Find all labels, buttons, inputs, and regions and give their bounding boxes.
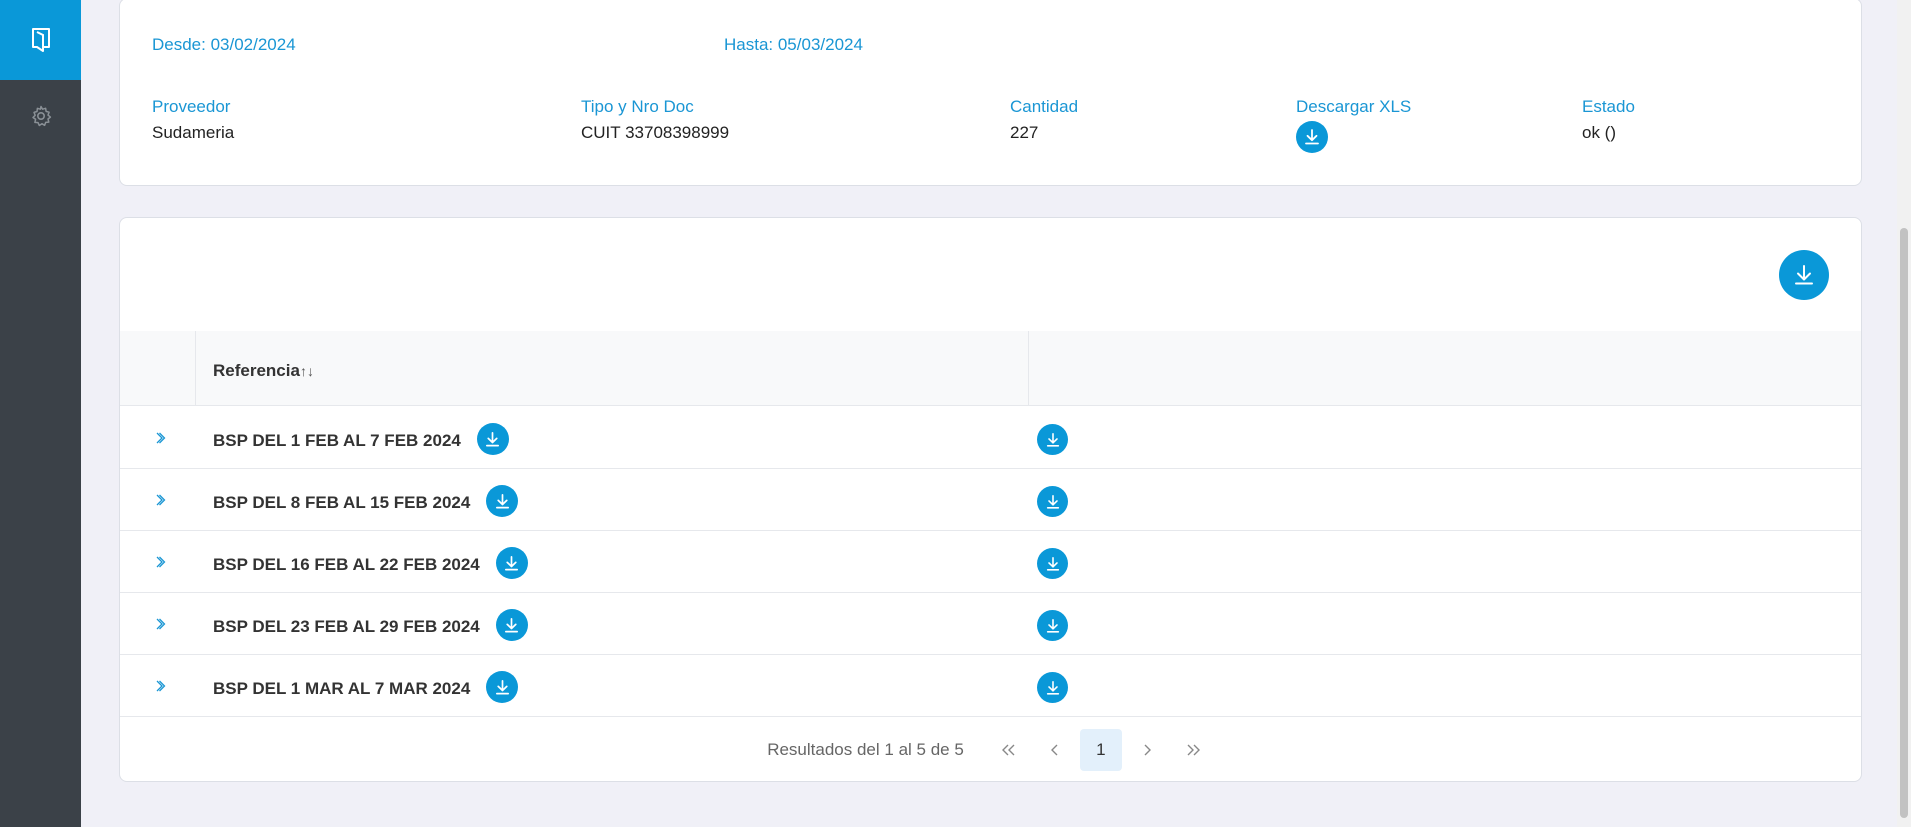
double-chevron-left-icon (1001, 744, 1015, 756)
sidebar (0, 0, 81, 827)
cantidad-label: Cantidad (1010, 97, 1079, 116)
estado-label: Estado (1582, 97, 1635, 116)
row-download-xls-button[interactable] (1037, 548, 1068, 579)
column-header-label: Referencia (213, 361, 300, 380)
last-page-button[interactable] (1172, 729, 1214, 771)
pagination: Resultados del 1 al 5 de 5 1 (120, 718, 1861, 781)
scrollbar[interactable] (1897, 0, 1911, 827)
table-row: BSP DEL 23 FEB AL 29 FEB 2024 (120, 593, 1861, 655)
row-reference-label: BSP DEL 1 FEB AL 7 FEB 2024 (213, 431, 461, 450)
row-download-button[interactable] (486, 485, 519, 517)
expand-row-button[interactable] (150, 427, 170, 449)
row-download-button[interactable] (486, 671, 519, 703)
table-header: Referencia↑↓ (120, 331, 1861, 406)
row-reference-label: BSP DEL 8 FEB AL 15 FEB 2024 (213, 493, 471, 512)
download-icon (495, 679, 509, 694)
descargar-xls-label: Descargar XLS (1296, 97, 1412, 116)
expand-row-button[interactable] (150, 613, 170, 635)
chevron-right-icon (1144, 744, 1151, 756)
chevron-right-icon (156, 432, 166, 444)
column-divider (1028, 331, 1029, 406)
download-icon (505, 617, 519, 632)
gear-icon (31, 105, 51, 127)
download-icon (486, 431, 500, 446)
table-row: BSP DEL 1 FEB AL 7 FEB 2024 (120, 407, 1861, 469)
descargar-xls-button[interactable] (1296, 121, 1328, 153)
row-download-button[interactable] (495, 609, 528, 641)
row-reference: BSP DEL 1 FEB AL 7 FEB 2024 (213, 423, 509, 455)
pagination-summary: Resultados del 1 al 5 de 5 (767, 740, 964, 759)
chevron-right-icon (156, 618, 166, 630)
chevron-right-icon (156, 494, 166, 506)
cantidad-value: 227 (1010, 123, 1039, 142)
column-divider (195, 331, 196, 406)
chevron-right-icon (156, 556, 166, 568)
estado-value: ok () (1582, 123, 1616, 142)
next-page-button[interactable] (1126, 729, 1168, 771)
double-chevron-right-icon (1187, 744, 1200, 756)
chevron-right-icon (156, 680, 166, 692)
desde-label: Desde: 03/02/2024 (152, 35, 296, 54)
sidebar-item-documents[interactable] (0, 0, 81, 80)
expand-row-button[interactable] (150, 489, 170, 511)
row-reference-label: BSP DEL 16 FEB AL 22 FEB 2024 (213, 555, 480, 574)
download-icon (1046, 618, 1059, 633)
row-download-button[interactable] (476, 423, 509, 455)
results-card: Referencia↑↓ BSP DEL 1 FEB AL 7 FEB 2024… (119, 217, 1862, 782)
download-icon (1795, 265, 1813, 285)
download-icon (1305, 129, 1319, 145)
row-download-xls-button[interactable] (1037, 610, 1068, 641)
scrollbar-thumb[interactable] (1900, 228, 1908, 818)
prev-page-button[interactable] (1034, 729, 1076, 771)
row-reference: BSP DEL 16 FEB AL 22 FEB 2024 (213, 547, 528, 579)
row-reference-label: BSP DEL 1 MAR AL 7 MAR 2024 (213, 679, 471, 698)
summary-card: Desde: 03/02/2024 Hasta: 05/03/2024 Prov… (119, 0, 1862, 186)
proveedor-value: Sudameria (152, 123, 235, 142)
table-row: BSP DEL 16 FEB AL 22 FEB 2024 (120, 531, 1861, 593)
tipo-doc-value: CUIT 33708398999 (581, 123, 730, 142)
row-reference: BSP DEL 23 FEB AL 29 FEB 2024 (213, 609, 528, 641)
column-header-referencia[interactable]: Referencia↑↓ (213, 361, 314, 381)
sidebar-item-settings[interactable] (0, 80, 81, 152)
download-icon (1046, 432, 1059, 447)
chevron-left-icon (1050, 744, 1058, 756)
first-page-button[interactable] (988, 729, 1030, 771)
row-reference: BSP DEL 8 FEB AL 15 FEB 2024 (213, 485, 519, 517)
download-icon (1046, 494, 1059, 509)
sort-icon[interactable]: ↑↓ (300, 363, 314, 379)
row-download-xls-button[interactable] (1037, 672, 1068, 703)
expand-row-button[interactable] (150, 675, 170, 697)
book-open-icon (31, 28, 50, 52)
download-icon (495, 493, 509, 508)
row-reference: BSP DEL 1 MAR AL 7 MAR 2024 (213, 671, 519, 703)
row-reference-label: BSP DEL 23 FEB AL 29 FEB 2024 (213, 617, 480, 636)
download-icon (1046, 556, 1059, 571)
row-download-xls-button[interactable] (1037, 424, 1068, 455)
page-button-current[interactable]: 1 (1079, 729, 1122, 771)
row-download-xls-button[interactable] (1037, 486, 1068, 517)
row-download-button[interactable] (495, 547, 528, 579)
proveedor-label: Proveedor (152, 97, 231, 116)
table-row: BSP DEL 1 MAR AL 7 MAR 2024 (120, 655, 1861, 717)
expand-row-button[interactable] (150, 551, 170, 573)
download-all-button[interactable] (1779, 250, 1829, 300)
download-icon (1046, 680, 1059, 695)
download-icon (505, 555, 519, 570)
tipo-doc-label: Tipo y Nro Doc (581, 97, 694, 116)
hasta-label: Hasta: 05/03/2024 (724, 35, 863, 54)
table-row: BSP DEL 8 FEB AL 15 FEB 2024 (120, 469, 1861, 531)
